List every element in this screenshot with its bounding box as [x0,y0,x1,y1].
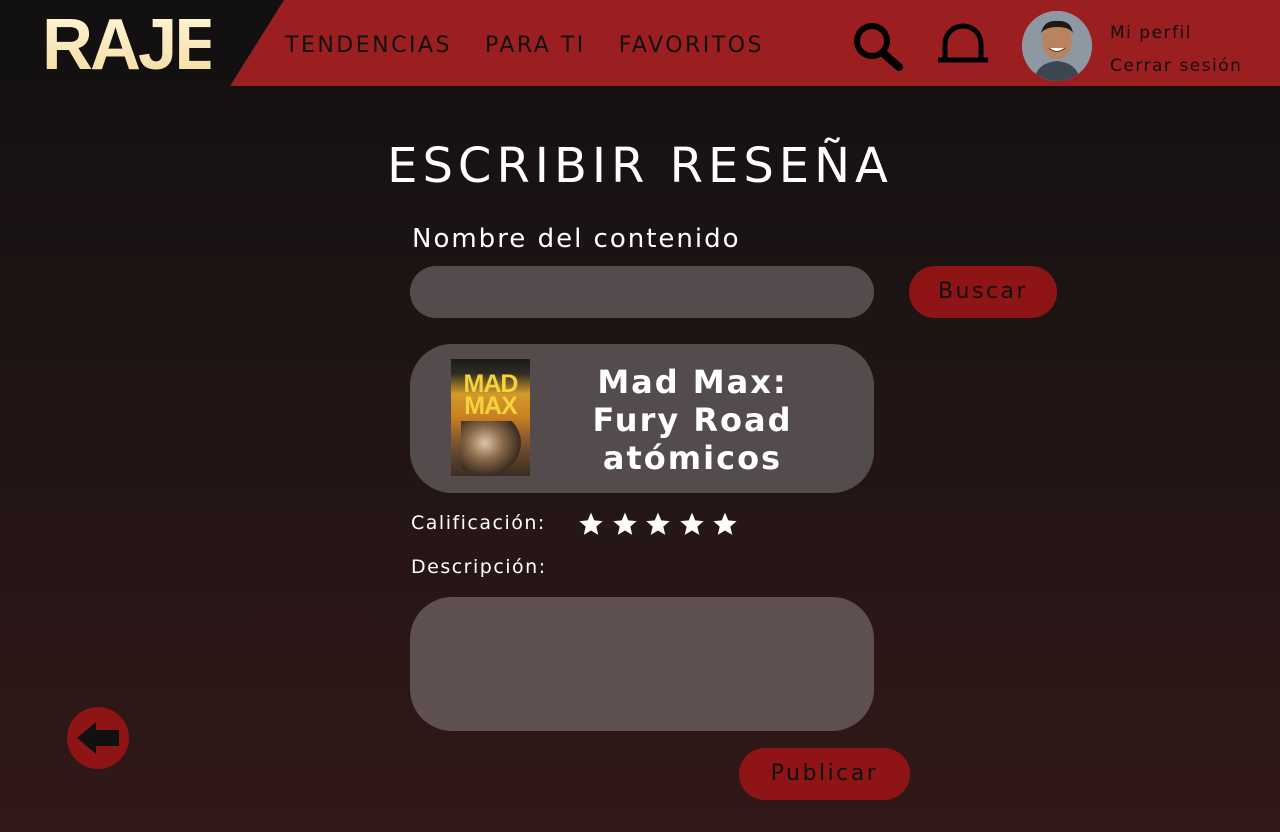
poster-figure [461,421,521,476]
description-textarea[interactable] [410,597,874,731]
content-name-input[interactable] [410,266,874,318]
bell-icon[interactable] [937,20,989,64]
logout-link[interactable]: Cerrar sesión [1110,50,1242,83]
back-button[interactable] [67,707,129,769]
star-icon[interactable] [612,511,638,537]
content-title: Mad Max: Fury Road atómicos [592,363,793,477]
search-button[interactable]: Buscar [909,266,1057,318]
star-rating[interactable] [578,511,746,537]
poster-title: MAD MAX [463,370,519,420]
top-navbar: RAJE TENDENCIAS PARA TI FAVORITOS Mi per… [0,0,1280,86]
nav-tendencias[interactable]: TENDENCIAS [285,29,452,63]
logo-area: RAJE [0,0,284,86]
rating-label: Calificación: [411,512,546,534]
page-title: ESCRIBIR RESEÑA [387,138,893,194]
nav-favoritos[interactable]: FAVORITOS [619,29,764,63]
star-icon[interactable] [712,511,738,537]
description-label: Descripción: [411,556,547,578]
arrow-left-icon [77,722,119,754]
content-name-label: Nombre del contenido [412,224,741,254]
poster-tagline [455,362,526,367]
star-icon[interactable] [645,511,671,537]
content-result-card[interactable]: MAD MAX Mad Max: Fury Road atómicos [410,344,874,493]
raje-logo[interactable]: RAJE [42,9,221,81]
main-nav: TENDENCIAS PARA TI FAVORITOS [285,29,797,63]
profile-menu: Mi perfil Cerrar sesión [1110,17,1242,83]
search-icon[interactable] [850,20,904,72]
star-icon[interactable] [679,511,705,537]
avatar[interactable] [1022,11,1092,81]
avatar-image [1022,11,1092,81]
movie-poster: MAD MAX [451,359,530,476]
nav-para-ti[interactable]: PARA TI [485,29,586,63]
publish-button[interactable]: Publicar [739,748,910,800]
my-profile-link[interactable]: Mi perfil [1110,17,1242,50]
star-icon[interactable] [578,511,604,537]
